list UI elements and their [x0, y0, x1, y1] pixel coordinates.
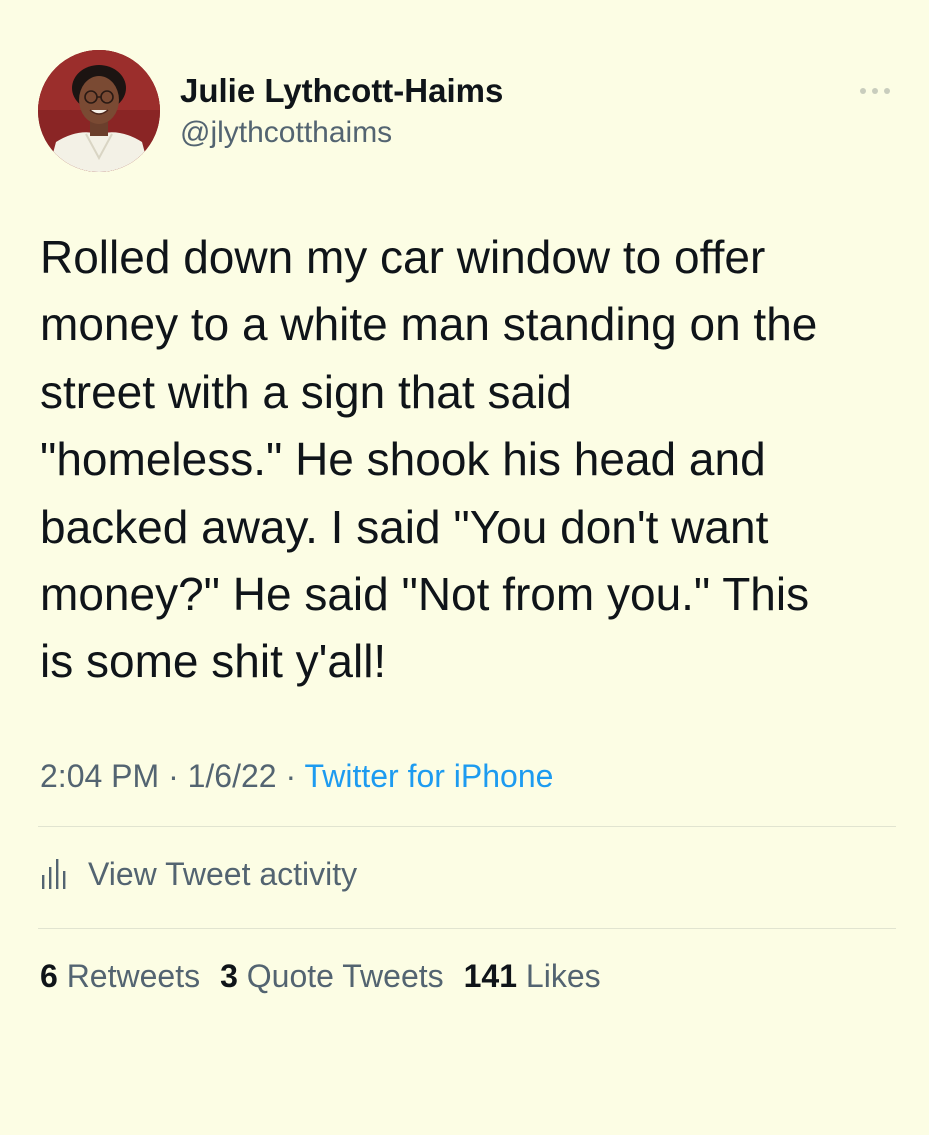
tweet-text: Rolled down my car window to offer money… [40, 231, 818, 688]
tweet-card: Julie Lythcott-Haims @jlythcotthaims Rol… [0, 0, 929, 1135]
author-block: Julie Lythcott-Haims @jlythcotthaims [180, 72, 503, 152]
author-handle[interactable]: @jlythcotthaims [180, 114, 503, 152]
quote-tweets-stat[interactable]: 3 Quote Tweets [220, 956, 444, 996]
meta-separator: · [285, 758, 297, 794]
retweets-count: 6 [40, 958, 58, 994]
meta-separator: · [168, 758, 179, 794]
retweets-stat[interactable]: 6 Retweets [40, 956, 200, 996]
likes-count: 141 [463, 958, 518, 994]
view-tweet-activity-label: View Tweet activity [88, 855, 358, 892]
tweet-meta: 2:04 PM · 1/6/22 · Twitter for iPhone [40, 756, 553, 796]
view-tweet-activity-button[interactable]: View Tweet activity [40, 852, 357, 896]
retweets-label: Retweets [66, 958, 201, 994]
avatar[interactable] [38, 50, 160, 172]
divider [38, 826, 896, 827]
more-options-button[interactable] [858, 84, 892, 96]
quote-tweets-count: 3 [220, 958, 238, 994]
author-display-name[interactable]: Julie Lythcott-Haims [180, 72, 503, 110]
tweet-source-link[interactable]: Twitter for iPhone [304, 758, 553, 794]
likes-stat[interactable]: 141 Likes [464, 956, 601, 996]
quote-tweets-label: Quote Tweets [246, 958, 444, 994]
bar-chart-icon [42, 859, 66, 889]
divider [38, 928, 896, 929]
more-horizontal-icon [860, 88, 890, 94]
tweet-date[interactable]: 1/6/22 [188, 758, 277, 794]
tweet-time[interactable]: 2:04 PM [40, 758, 159, 794]
avatar-photo [38, 50, 160, 172]
tweet-stats: 6 Retweets 3 Quote Tweets 141 Likes [40, 956, 621, 996]
likes-label: Likes [525, 958, 601, 994]
